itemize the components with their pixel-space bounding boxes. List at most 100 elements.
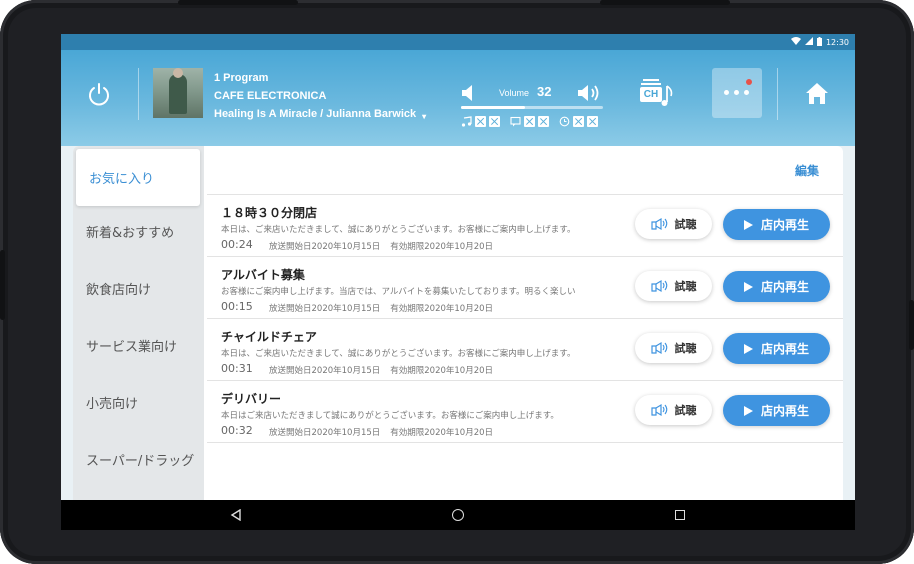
android-nav-bar — [61, 500, 855, 530]
item-start-date: 放送開始日2020年10月15日 — [269, 366, 381, 376]
sidebar-item[interactable]: スーパー/ドラッグ — [73, 431, 204, 488]
back-icon[interactable] — [230, 509, 242, 521]
edit-button[interactable]: 編集 — [795, 162, 819, 179]
item-body: 本日はご来店いただきまして誠にありがとうございます。お客様にご案内申し上げます。 — [221, 411, 559, 421]
category-sidebar: お気に入り新着&おすすめ 飲食店向けサービス業向け 小売向けスーパー/ドラッグ — [73, 146, 204, 530]
list-item: アルバイト募集お客様にご案内申し上げます。当店では、アルバイトを募集いたしており… — [207, 257, 843, 319]
item-dates: 放送開始日2020年10月15日 有効期限2020年10月20日 — [269, 364, 493, 376]
sidebar-item-label: スーパー/ドラッグ — [86, 454, 195, 469]
item-duration: 00:32 — [221, 424, 253, 437]
sidebar-item[interactable]: サービス業向け — [73, 317, 204, 374]
preview-button[interactable]: 試聴 — [635, 271, 712, 301]
now-playing[interactable]: 1 Program CAFE ELECTRONICA Healing Is A … — [214, 69, 426, 126]
home-icon — [806, 83, 828, 104]
item-expiry-date: 有効期限2020年10月20日 — [390, 242, 494, 252]
speaker-icon — [650, 341, 667, 355]
status-bar: 12:30 — [61, 34, 855, 50]
item-title: デリバリー — [221, 392, 282, 406]
item-body: お客様にご案内申し上げます。当店では、アルバイトを募集いたしております。明るく楽… — [221, 287, 576, 297]
play-button-label: 店内再生 — [760, 404, 809, 418]
play-button-label: 店内再生 — [760, 342, 809, 356]
battery-icon — [816, 36, 822, 48]
item-body: 本日は、ご来店いただきまして、誠にありがとうございます。お客様にご案内申し上げま… — [221, 349, 576, 359]
play-icon — [743, 405, 753, 416]
item-dates: 放送開始日2020年10月15日 有効期限2020年10月20日 — [269, 240, 493, 252]
disabled-indicator-icon — [489, 116, 500, 127]
frame-bumper — [178, 0, 298, 5]
music-note-icon — [461, 116, 472, 127]
volume-up-icon[interactable] — [577, 83, 603, 103]
play-button-label: 店内再生 — [760, 218, 809, 232]
item-title: チャイルドチェア — [221, 330, 317, 344]
status-time: 12:30 — [825, 37, 849, 47]
volume-slider[interactable] — [461, 106, 603, 109]
power-icon — [89, 83, 109, 106]
preview-button[interactable]: 試聴 — [635, 333, 712, 363]
disabled-indicator-icon — [524, 116, 535, 127]
home-circle-icon[interactable] — [452, 509, 464, 521]
list-item: チャイルドチェア本日は、ご来店いただきまして、誠にありがとうございます。お客様に… — [207, 319, 843, 381]
item-title: アルバイト募集 — [221, 268, 305, 282]
item-title: １８時３０分閉店 — [221, 206, 318, 220]
sidebar-item[interactable]: お気に入り — [76, 149, 200, 206]
divider — [777, 68, 778, 120]
item-body: 本日は、ご来店いただきまして、誠にありがとうございます。お客様にご案内申し上げま… — [221, 225, 576, 235]
sidebar-item-label: お気に入り — [89, 172, 155, 187]
channel-name: CAFE ELECTRONICA — [214, 90, 327, 102]
item-start-date: 放送開始日2020年10月15日 — [269, 242, 381, 252]
item-expiry-date: 有効期限2020年10月20日 — [390, 304, 494, 314]
volume-slider-fill — [461, 106, 525, 109]
play-in-store-button[interactable]: 店内再生 — [723, 395, 830, 426]
disabled-indicator-icon — [587, 116, 598, 127]
item-expiry-date: 有効期限2020年10月20日 — [390, 366, 494, 376]
sidebar-item[interactable]: 飲食店向け — [73, 260, 204, 317]
play-icon — [743, 343, 753, 354]
preview-button-label: 試聴 — [674, 342, 697, 355]
preview-button[interactable]: 試聴 — [635, 395, 712, 425]
clock-icon — [559, 116, 570, 127]
item-dates: 放送開始日2020年10月15日 有効期限2020年10月20日 — [269, 426, 493, 438]
play-button-label: 店内再生 — [760, 280, 809, 294]
sidebar-item[interactable]: 小売向け — [73, 374, 204, 431]
sidebar-item-label: 飲食店向け — [86, 283, 152, 298]
preview-button-label: 試聴 — [674, 404, 697, 417]
play-in-store-button[interactable]: 店内再生 — [723, 333, 830, 364]
album-figure-head — [173, 68, 183, 78]
preview-button[interactable]: 試聴 — [635, 209, 712, 239]
frame-bumper — [600, 0, 730, 5]
item-duration: 00:24 — [221, 238, 253, 251]
item-duration: 00:31 — [221, 362, 253, 375]
signal-icon — [804, 37, 813, 47]
channel-button-label: CH — [643, 89, 659, 100]
play-icon — [743, 281, 753, 292]
list-item: デリバリー本日はご来店いただきまして誠にありがとうございます。お客様にご案内申し… — [207, 381, 843, 443]
speaker-icon — [650, 217, 667, 231]
item-start-date: 放送開始日2020年10月15日 — [269, 304, 381, 314]
player-header: 1 Program CAFE ELECTRONICA Healing Is A … — [61, 50, 855, 146]
frame-bumper — [0, 250, 5, 320]
sidebar-item[interactable]: 新着&おすすめ — [73, 203, 204, 260]
speaker-icon — [650, 279, 667, 293]
list-item: １８時３０分閉店本日は、ご来店いただきまして、誠にありがとうございます。お客様に… — [207, 195, 843, 257]
program-name: 1 Program — [214, 72, 269, 84]
volume-control: Volume 32 — [461, 82, 607, 146]
disabled-indicator-icon — [475, 116, 486, 127]
channel-button[interactable]: CH — [639, 76, 677, 112]
sidebar-item-label: 新着&おすすめ — [86, 226, 175, 241]
message-icon — [510, 116, 521, 127]
menu-button[interactable] — [712, 68, 762, 118]
output-indicators — [461, 116, 598, 127]
play-in-store-button[interactable]: 店内再生 — [723, 271, 830, 302]
volume-down-icon[interactable] — [461, 84, 475, 102]
home-button[interactable] — [803, 79, 831, 107]
item-duration: 00:15 — [221, 300, 253, 313]
play-in-store-button[interactable]: 店内再生 — [723, 209, 830, 240]
speaker-icon — [650, 403, 667, 417]
preview-button-label: 試聴 — [674, 280, 697, 293]
track-title: Healing Is A Miracle / Julianna Barwick — [214, 108, 417, 120]
album-art[interactable] — [153, 68, 203, 118]
power-button[interactable] — [85, 80, 113, 108]
recent-apps-icon[interactable] — [675, 510, 685, 520]
album-figure — [169, 74, 187, 114]
app-screen: 12:30 1 Program CAFE ELECTRONICA Healing… — [61, 34, 855, 530]
